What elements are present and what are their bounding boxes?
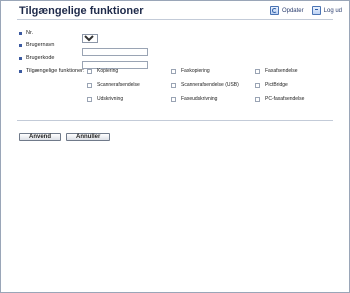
refresh-icon [269, 6, 279, 15]
function-label: Kopiering [97, 68, 119, 74]
checkbox[interactable] [255, 82, 260, 88]
page-frame: Tilgængelige funktioner Opdater Log ud N… [0, 0, 350, 293]
nr-row: Nr. [19, 30, 33, 36]
usercode-row: Brugerkode [19, 55, 54, 61]
function-label: PC-faxafsendelse [265, 96, 305, 102]
checkbox[interactable] [255, 96, 260, 102]
function-item[interactable]: Udskrivning [87, 96, 123, 102]
function-item[interactable]: Faxafsendelse [255, 68, 298, 74]
function-item[interactable]: PC-faxafsendelse [255, 96, 304, 102]
checkbox[interactable] [171, 96, 176, 102]
bullet-icon [19, 31, 22, 35]
refresh-label: Opdater [281, 7, 304, 14]
function-item[interactable]: Scannerafsendelse [87, 82, 140, 88]
functions-grid: Kopiering Faxkopiering Faxafsendelse Sca… [87, 68, 350, 128]
checkbox[interactable] [171, 82, 176, 88]
function-item[interactable]: PictBridge [255, 82, 288, 88]
function-item[interactable]: Faxkopiering [171, 68, 210, 74]
checkbox[interactable] [171, 68, 176, 74]
function-item[interactable]: Kopiering [87, 68, 118, 74]
cancel-button[interactable]: Annuller [66, 133, 111, 141]
functions-row: Tilgængelige funktioner: [19, 68, 85, 74]
function-label: Scannerafsendelse [97, 82, 140, 88]
username-row: Brugernavn [19, 42, 54, 48]
checkbox[interactable] [87, 82, 92, 88]
bullet-icon [19, 43, 22, 47]
form-divider [17, 120, 333, 121]
function-label: Faxkopiering [181, 68, 210, 74]
checkbox[interactable] [87, 96, 92, 102]
logout-icon [311, 6, 321, 15]
username-label: Brugernavn [26, 42, 55, 48]
function-item[interactable]: Faxeudskrivning [171, 96, 217, 102]
header-actions: Opdater Log ud [269, 6, 342, 15]
checkbox[interactable] [87, 68, 92, 74]
logout-label: Log ud [323, 7, 342, 14]
logout-link[interactable]: Log ud [311, 6, 342, 15]
function-label: Faxafsendelse [265, 68, 298, 74]
function-label: PictBridge [265, 82, 288, 88]
function-label: Udskrivning [97, 96, 124, 102]
page-header: Tilgængelige funktioner Opdater Log ud [2, 2, 348, 20]
function-item[interactable]: Scannerafsendelse (USB) [171, 82, 239, 88]
checkbox[interactable] [255, 68, 260, 74]
functions-label: Tilgængelige funktioner: [26, 68, 85, 74]
nr-label: Nr. [26, 30, 34, 36]
header-divider [17, 19, 333, 20]
apply-button[interactable]: Anvend [19, 133, 62, 141]
refresh-link[interactable]: Opdater [269, 6, 304, 15]
function-label: Scannerafsendelse (USB) [181, 82, 239, 88]
function-label: Faxeudskrivning [181, 96, 218, 102]
page-title: Tilgængelige funktioner [19, 5, 144, 17]
usercode-label: Brugerkode [26, 55, 55, 61]
bullet-icon [19, 56, 22, 60]
action-buttons: Anvend Annuller [19, 133, 111, 141]
bullet-icon [19, 69, 22, 73]
